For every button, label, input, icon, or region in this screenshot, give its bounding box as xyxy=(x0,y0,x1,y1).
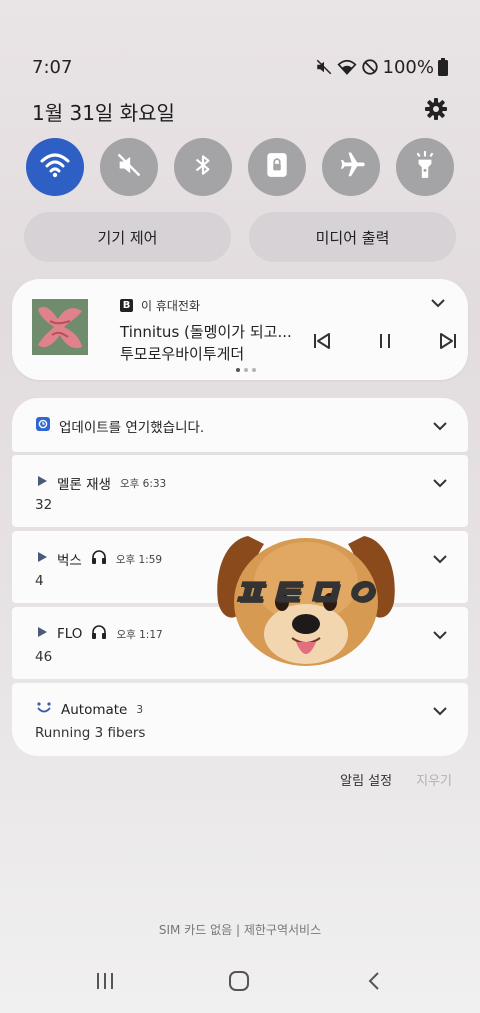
status-time: 7:07 xyxy=(32,56,73,78)
system-update-icon xyxy=(36,417,50,435)
media-source-label: 이 휴대전화 xyxy=(141,299,201,313)
chevron-down-icon[interactable] xyxy=(432,551,448,571)
qs-bluetooth-toggle[interactable] xyxy=(174,138,232,196)
notification-body: Running 3 fibers xyxy=(35,725,146,741)
mute-icon xyxy=(115,151,143,183)
navigation-bar xyxy=(0,960,480,1005)
automate-smile-icon xyxy=(36,701,52,719)
media-page-indicator xyxy=(236,368,256,372)
notification-automate[interactable]: Automate 3 Running 3 fibers xyxy=(12,683,468,756)
chevron-down-icon[interactable] xyxy=(432,703,448,723)
media-output-button[interactable]: 미디어 출력 xyxy=(249,212,456,262)
headphones-icon xyxy=(91,550,107,568)
battery-percent: 100% xyxy=(382,56,434,78)
notification-app: Automate xyxy=(61,702,128,718)
notification-melon[interactable]: 멜론 재생 오후 6:33 32 xyxy=(12,455,468,527)
carrier-label: SIM 카드 없음 | 제한구역서비스 xyxy=(158,923,322,937)
notification-header: Automate 3 xyxy=(36,701,143,719)
back-icon[interactable] xyxy=(364,970,386,996)
rotation-lock-icon xyxy=(264,151,290,183)
recent-apps-icon[interactable] xyxy=(94,970,116,996)
next-track-icon[interactable] xyxy=(438,331,458,355)
chevron-down-icon[interactable] xyxy=(432,627,448,647)
dog-sticker: ㅍㅌㅁㅇ xyxy=(212,518,400,670)
notification-header: 멜론 재생 오후 6:33 xyxy=(36,473,166,493)
notification-app: 업데이트를 연기했습니다. xyxy=(59,420,205,436)
album-art xyxy=(32,299,88,355)
chevron-down-icon[interactable] xyxy=(432,475,448,495)
notification-header: 벅스 오후 1:59 xyxy=(36,549,162,569)
pill-row: 기기 제어 미디어 출력 xyxy=(24,212,456,262)
play-icon xyxy=(36,475,48,491)
media-artist: 투모로우바이투게더 xyxy=(120,345,245,363)
sticker-text: ㅍㅌㅁㅇ xyxy=(231,572,381,615)
notification-body: 4 xyxy=(35,573,44,589)
no-sim-icon xyxy=(361,58,379,76)
pause-icon[interactable] xyxy=(375,331,395,355)
notification-footer-actions: 알림 설정 지우기 xyxy=(340,770,452,789)
date-text: 1월 31일 화요일 xyxy=(32,100,175,125)
status-icons: 100% xyxy=(315,57,448,78)
bugs-app-icon: B xyxy=(120,299,133,312)
qs-flashlight-toggle[interactable] xyxy=(396,138,454,196)
notification-app: FLO xyxy=(57,626,83,642)
notification-app: 멜론 재생 xyxy=(57,477,111,493)
notification-count: 3 xyxy=(136,704,144,716)
headphones-icon xyxy=(91,625,107,643)
qs-sound-toggle[interactable] xyxy=(100,138,158,196)
media-source: B 이 휴대전화 xyxy=(120,297,200,314)
page-dot xyxy=(244,368,248,372)
wifi-icon xyxy=(40,152,70,182)
notification-time: 오후 1:17 xyxy=(116,628,163,641)
notification-header: 업데이트를 연기했습니다. xyxy=(36,416,204,436)
airplane-icon xyxy=(336,150,366,184)
settings-gear-icon[interactable] xyxy=(424,97,448,125)
clear-all-link[interactable]: 지우기 xyxy=(416,770,452,789)
qs-airplane-toggle[interactable] xyxy=(322,138,380,196)
battery-icon xyxy=(438,58,448,76)
play-icon xyxy=(36,551,48,567)
date-row: 1월 31일 화요일 xyxy=(32,96,448,126)
notification-header: FLO 오후 1:17 xyxy=(36,625,163,643)
bluetooth-icon xyxy=(190,151,216,183)
media-title: Tinnitus (돌멩이가 되고... xyxy=(120,323,292,341)
chevron-down-icon[interactable] xyxy=(432,418,448,438)
qs-wifi-toggle[interactable] xyxy=(26,138,84,196)
wifi-status-icon xyxy=(337,58,357,76)
notification-app: 벅스 xyxy=(57,553,82,569)
chevron-down-icon[interactable] xyxy=(430,295,446,315)
quick-settings-row xyxy=(26,138,454,196)
notification-update[interactable]: 업데이트를 연기했습니다. xyxy=(12,398,468,452)
page-dot xyxy=(252,368,256,372)
device-control-button[interactable]: 기기 제어 xyxy=(24,212,231,262)
notification-settings-link[interactable]: 알림 설정 xyxy=(340,770,392,789)
qs-rotation-toggle[interactable] xyxy=(248,138,306,196)
notification-body: 32 xyxy=(35,497,53,513)
notification-body: 46 xyxy=(35,649,53,665)
media-player-card[interactable]: B 이 휴대전화 Tinnitus (돌멩이가 되고... 투모로우바이투게더 xyxy=(12,279,468,380)
flashlight-icon xyxy=(412,150,438,184)
home-icon[interactable] xyxy=(228,970,250,996)
status-bar: 7:07 100% xyxy=(32,54,448,80)
mute-status-icon xyxy=(315,58,333,76)
media-controls xyxy=(312,331,458,355)
notification-time: 오후 1:59 xyxy=(115,553,163,566)
previous-track-icon[interactable] xyxy=(312,331,332,355)
page-dot xyxy=(236,368,240,372)
play-icon xyxy=(36,626,48,642)
notification-time: 오후 6:33 xyxy=(119,477,167,490)
